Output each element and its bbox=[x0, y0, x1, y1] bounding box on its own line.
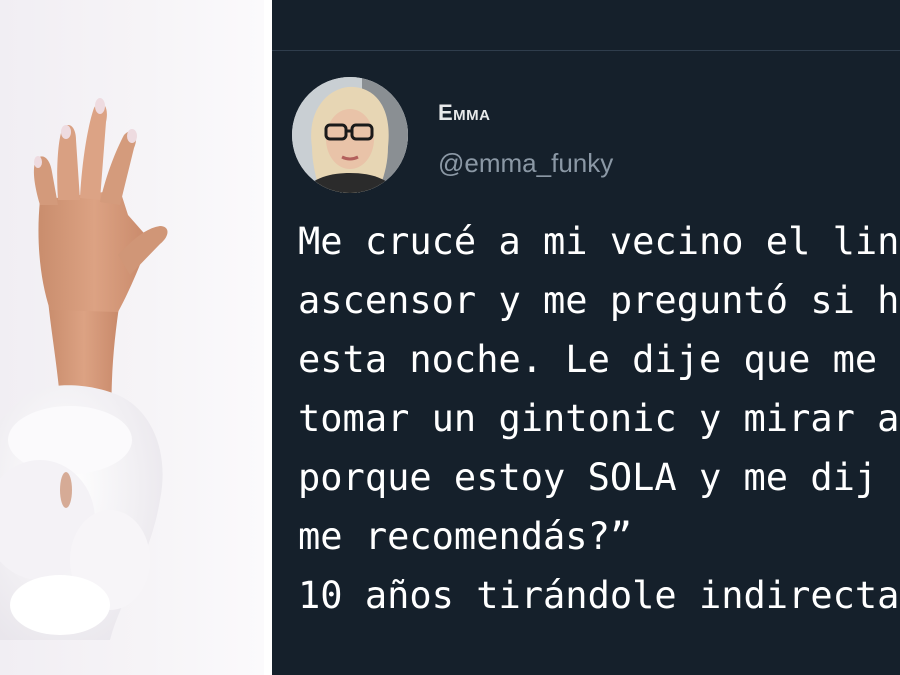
raised-hand-illustration bbox=[0, 98, 168, 640]
avatar-portrait bbox=[292, 77, 408, 193]
raised-hand-photo bbox=[0, 0, 264, 675]
panel-gap bbox=[264, 0, 272, 675]
tweet-divider bbox=[272, 50, 900, 51]
tweet-top-band bbox=[272, 0, 900, 50]
tweet-text: Me crucé a mi vecino el lind ascensor y … bbox=[298, 220, 900, 617]
user-handle[interactable]: @emma_funky bbox=[438, 148, 613, 179]
display-name[interactable]: Emma bbox=[438, 100, 491, 126]
tweet-card: Emma @emma_funky Me crucé a mi vecino el… bbox=[272, 0, 900, 675]
avatar[interactable] bbox=[292, 77, 408, 193]
